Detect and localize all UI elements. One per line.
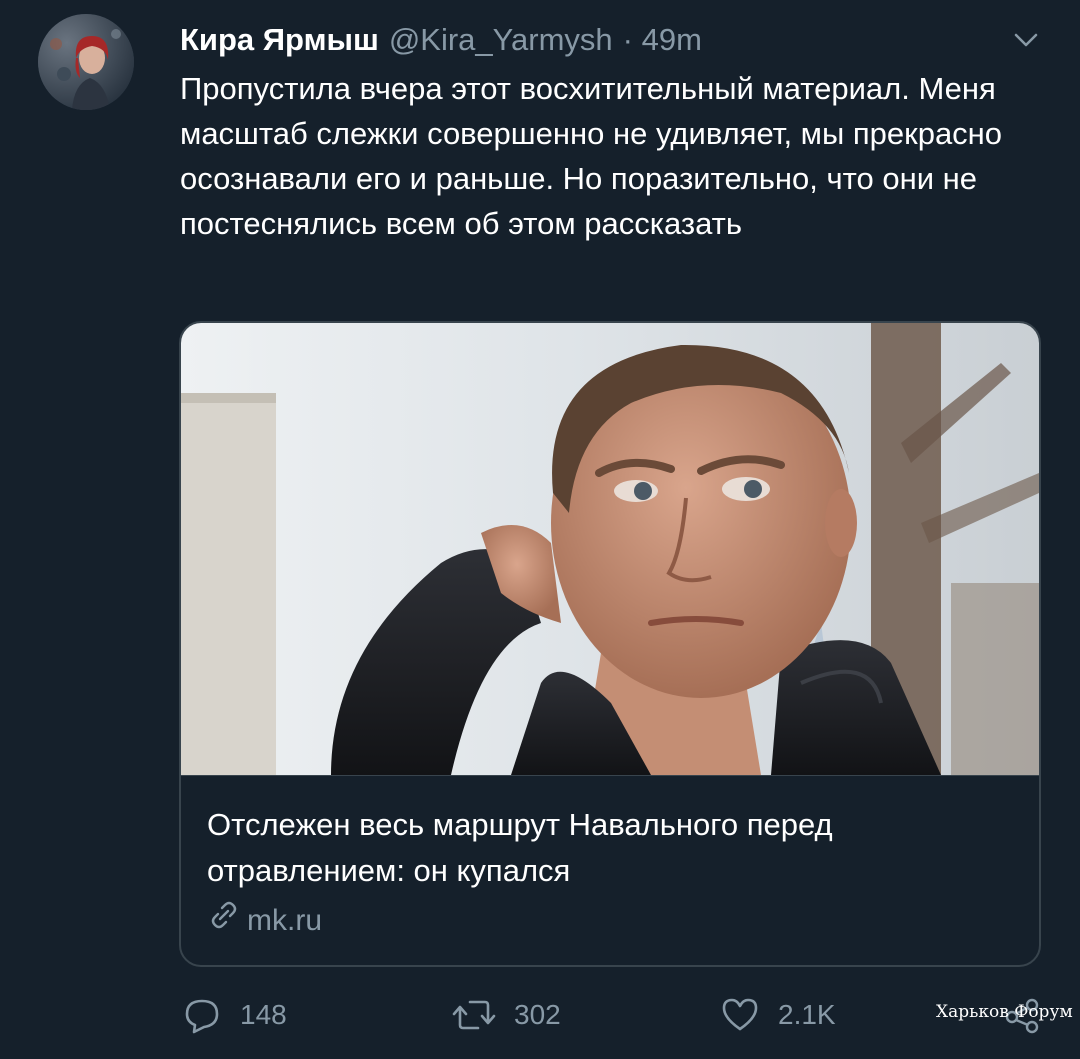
heart-icon bbox=[720, 995, 760, 1035]
retweet-icon bbox=[452, 995, 496, 1035]
author-display-name[interactable]: Кира Ярмыш bbox=[180, 18, 379, 62]
tweet-actions: 148 302 2.1K bbox=[0, 990, 1080, 1040]
author-handle[interactable]: @Kira_Yarmysh bbox=[389, 18, 613, 62]
like-count: 2.1K bbox=[778, 999, 836, 1030]
link-card[interactable]: Отслежен весь маршрут Навального перед о… bbox=[179, 321, 1041, 967]
avatar-image bbox=[38, 14, 134, 110]
reply-count: 148 bbox=[240, 999, 287, 1030]
card-domain: mk.ru bbox=[207, 898, 322, 943]
watermark: Харьков Форум bbox=[936, 1002, 1073, 1022]
card-domain-text: mk.ru bbox=[247, 903, 322, 937]
link-icon bbox=[207, 898, 241, 943]
card-body: Отслежен весь маршрут Навального перед о… bbox=[181, 775, 1039, 965]
chevron-down-icon[interactable] bbox=[1008, 26, 1044, 54]
avatar[interactable] bbox=[38, 14, 134, 110]
card-photo bbox=[181, 323, 1039, 775]
like-button[interactable]: 2.1K bbox=[720, 990, 836, 1040]
retweet-count: 302 bbox=[514, 999, 561, 1030]
tweet: Кира Ярмыш @Kira_Yarmysh · 49m Пропустил… bbox=[0, 0, 1080, 1059]
tweet-text: Пропустила вчера этот восхитительный мат… bbox=[180, 71, 1003, 241]
card-title: Отслежен весь маршрут Навального перед о… bbox=[207, 807, 833, 888]
tweet-timestamp[interactable]: · 49m bbox=[623, 18, 702, 62]
tweet-header: Кира Ярмыш @Kira_Yarmysh · 49m bbox=[180, 18, 702, 62]
reply-icon bbox=[182, 995, 222, 1035]
retweet-button[interactable]: 302 bbox=[452, 990, 561, 1040]
reply-button[interactable]: 148 bbox=[182, 990, 287, 1040]
